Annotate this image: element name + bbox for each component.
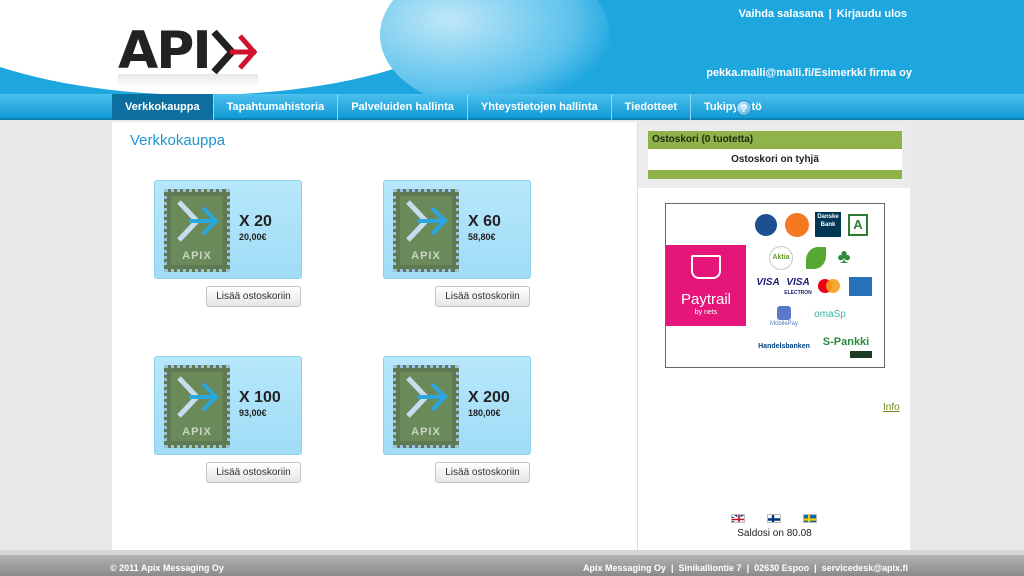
flag-uk-icon[interactable] (731, 514, 745, 523)
visa-icon: VISA (756, 277, 780, 288)
nav-item-palveluiden-hallinta[interactable]: Palveluiden hallinta (338, 94, 468, 120)
change-password-link[interactable]: Vaihda salasana (739, 8, 824, 20)
amex-icon (849, 277, 872, 296)
product-price: 93,00€ (239, 408, 267, 418)
s-pankki-icon: S-Pankki (822, 336, 870, 348)
user-identity: pekka.malli@malli.fi/Esimerkki firma oy (706, 67, 912, 79)
danske-bank-icon: Danske Bank (815, 212, 841, 237)
product-price: 180,00€ (468, 408, 501, 418)
product-card-body: APIX X 100 93,00€ (154, 356, 302, 455)
mastercard-icon (816, 278, 842, 294)
footer-email-link[interactable]: servicedesk@apix.fi (822, 563, 908, 573)
op-icon (785, 213, 809, 237)
stamp-label: APIX (411, 250, 441, 262)
footer-separator: | (746, 563, 750, 573)
product-card-body: APIX X 200 180,00€ (383, 356, 531, 455)
visa-electron-icon: VISA (786, 277, 810, 288)
footer-street: Sinikalliontie 7 (678, 563, 742, 573)
account-balance: Saldosi on 80.08 (737, 528, 812, 539)
apix-stamp-icon: APIX (164, 189, 230, 272)
content-area: Verkkokauppa APIX X 20 20,00€ Lisää osto… (112, 122, 911, 550)
footer-separator: | (814, 563, 817, 573)
nav-item-tiedotteet[interactable]: Tiedotteet (612, 94, 691, 120)
logout-link[interactable]: Kirjaudu ulos (837, 8, 907, 20)
s-pankki-badge (850, 351, 872, 358)
apix-stamp-icon: APIX (393, 189, 459, 272)
stamp-label: APIX (411, 426, 441, 438)
flag-sweden-icon[interactable] (803, 514, 817, 523)
top-links-separator: | (828, 8, 832, 20)
footer-address: Apix Messaging Oy | Sinikalliontie 7 | 02630… (583, 563, 908, 573)
product-quantity: X 60 (468, 213, 501, 230)
cart-header: Ostoskori (0 tuotetta) (648, 131, 902, 149)
add-to-cart-button[interactable]: Lisää ostoskoriin (435, 462, 530, 483)
product-price: 58,80€ (468, 232, 496, 242)
add-to-cart-button[interactable]: Lisää ostoskoriin (206, 462, 301, 483)
product-card-200: APIX X 200 180,00€ Lisää ostoskoriin (383, 356, 531, 483)
aktia-icon: Aktia (769, 246, 793, 270)
footer: © 2011 Apix Messaging Oy Apix Messaging … (0, 550, 1024, 576)
paytrail-subtitle: by nets (694, 309, 718, 316)
footer-company: Apix Messaging Oy (582, 563, 667, 573)
mobilepay-icon (777, 306, 791, 320)
product-price: 20,00€ (239, 232, 267, 242)
info-link[interactable]: Info (883, 402, 900, 413)
alandsbanken-icon: A (848, 214, 868, 236)
shopping-bag-icon (691, 255, 721, 279)
add-to-cart-button[interactable]: Lisää ostoskoriin (206, 286, 301, 307)
shopping-cart: Ostoskori (0 tuotetta) Ostoskori on tyhj… (638, 122, 911, 188)
product-quantity: X 20 (239, 213, 272, 230)
product-card-100: APIX X 100 93,00€ Lisää ostoskoriin (154, 356, 302, 483)
payment-methods-banner: Paytrail by nets Danske Bank A Aktia ♣ V… (665, 203, 885, 368)
product-card-body: APIX X 20 20,00€ (154, 180, 302, 279)
header-swoosh-highlight (380, 0, 610, 94)
footer-copyright: © 2011 Apix Messaging Oy (110, 563, 224, 573)
page-title: Verkkokauppa (130, 132, 226, 149)
main-nav: Verkkokauppa Tapahtumahistoria Palveluid… (0, 94, 1024, 120)
apix-logo[interactable]: APIX (118, 22, 258, 88)
nav-item-tukipyynto[interactable]: Tukipyyntö (691, 94, 775, 120)
paytrail-logo: Paytrail by nets (666, 245, 746, 326)
nav-item-yhteystietojen-hallinta[interactable]: Yhteystietojen hallinta (468, 94, 612, 120)
language-flags (731, 514, 817, 523)
product-card-body: APIX X 60 58,80€ (383, 180, 531, 279)
clover-bank-icon: ♣ (837, 246, 851, 268)
product-quantity: X 100 (239, 389, 281, 406)
footer-city: 02630 Espoo (754, 563, 810, 573)
apix-stamp-icon: APIX (393, 365, 459, 448)
leaf-bank-icon (806, 247, 826, 269)
nav-item-verkkokauppa[interactable]: Verkkokauppa (112, 94, 214, 120)
mobilepay-label: MobilePay (769, 321, 798, 327)
cart-empty-message: Ostoskori on tyhjä (648, 149, 902, 170)
help-icon[interactable]: ? (736, 100, 752, 116)
stamp-label: APIX (182, 250, 212, 262)
top-links: Vaihda salasana | Kirjaudu ulos (739, 8, 907, 20)
flag-finland-icon[interactable] (767, 514, 781, 523)
cart-footer (648, 170, 902, 179)
stamp-label: APIX (182, 426, 212, 438)
logo-reflection (118, 74, 258, 88)
product-card-60: APIX X 60 58,80€ Lisää ostoskoriin (383, 180, 531, 307)
logo-x-icon (210, 30, 258, 74)
add-to-cart-button[interactable]: Lisää ostoskoriin (435, 286, 530, 307)
omasp-icon: omaSp (814, 309, 846, 320)
nordea-icon (755, 214, 777, 236)
apix-stamp-icon: APIX (164, 365, 230, 448)
product-card-20: APIX X 20 20,00€ Lisää ostoskoriin (154, 180, 302, 307)
handelsbanken-icon: Handelsbanken (758, 343, 810, 350)
footer-separator: | (671, 563, 674, 573)
product-quantity: X 200 (468, 389, 510, 406)
paytrail-name: Paytrail (680, 291, 732, 308)
header: APIX Vaihda salasana | Kirjaudu ulos pekka… (0, 0, 1024, 94)
visa-electron-sub: ELECTRON (784, 290, 812, 296)
nav-item-tapahtumahistoria[interactable]: Tapahtumahistoria (214, 94, 339, 120)
right-sidebar: Ostoskori (0 tuotetta) Ostoskori on tyhj… (637, 122, 911, 550)
